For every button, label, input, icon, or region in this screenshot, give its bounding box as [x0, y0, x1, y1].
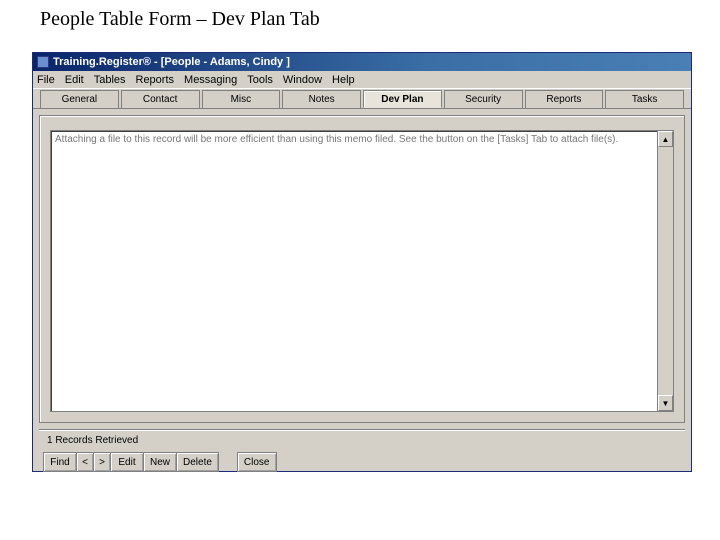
tab-label: Misc — [231, 94, 252, 105]
memo-container: Attaching a file to this record will be … — [50, 130, 674, 412]
tab-reports[interactable]: Reports — [525, 90, 604, 108]
delete-button[interactable]: Delete — [176, 452, 219, 472]
find-button[interactable]: Find — [43, 452, 77, 472]
menu-reports[interactable]: Reports — [136, 74, 175, 86]
app-icon — [37, 56, 49, 68]
menubar[interactable]: File Edit Tables Reports Messaging Tools… — [33, 71, 691, 89]
scroll-up-button[interactable]: ▲ — [658, 131, 673, 147]
tab-label: Tasks — [632, 94, 658, 105]
tab-security[interactable]: Security — [444, 90, 523, 108]
tab-tasks[interactable]: Tasks — [605, 90, 684, 108]
titlebar-text: Training.Register® - [People - Adams, Ci… — [53, 56, 290, 68]
new-button[interactable]: New — [143, 452, 177, 472]
edit-button[interactable]: Edit — [110, 452, 144, 472]
tab-general[interactable]: General — [40, 90, 119, 108]
tab-misc[interactable]: Misc — [202, 90, 281, 108]
menu-help[interactable]: Help — [332, 74, 355, 86]
menu-tools[interactable]: Tools — [247, 74, 273, 86]
chevron-down-icon: ▼ — [662, 399, 670, 408]
tab-label: Reports — [546, 94, 581, 105]
scroll-down-button[interactable]: ▼ — [658, 395, 673, 411]
tabstrip: General Contact Misc Notes Dev Plan Secu… — [33, 89, 691, 109]
next-record-button[interactable]: > — [93, 452, 111, 472]
tab-label: Notes — [309, 94, 335, 105]
menu-tables[interactable]: Tables — [94, 74, 126, 86]
tab-dev-plan[interactable]: Dev Plan — [363, 90, 442, 108]
menu-window[interactable]: Window — [283, 74, 322, 86]
close-button[interactable]: Close — [237, 452, 277, 472]
app-window: Training.Register® - [People - Adams, Ci… — [32, 52, 692, 472]
tab-contact[interactable]: Contact — [121, 90, 200, 108]
status-text: 1 Records Retrieved — [33, 431, 691, 448]
memo-textarea[interactable]: Attaching a file to this record will be … — [50, 130, 658, 412]
tab-label: General — [62, 94, 98, 105]
memo-scrollbar[interactable]: ▲ ▼ — [658, 130, 674, 412]
page-caption: People Table Form – Dev Plan Tab — [0, 0, 720, 37]
titlebar: Training.Register® - [People - Adams, Ci… — [33, 53, 691, 71]
tab-label: Contact — [143, 94, 177, 105]
menu-edit[interactable]: Edit — [65, 74, 84, 86]
tab-label: Security — [465, 94, 501, 105]
tab-panel-dev-plan: Attaching a file to this record will be … — [39, 115, 685, 423]
menu-file[interactable]: File — [37, 74, 55, 86]
tab-label: Dev Plan — [381, 94, 423, 105]
record-button-group: Find < > Edit New Delete — [43, 452, 219, 472]
chevron-up-icon: ▲ — [662, 135, 670, 144]
menu-messaging[interactable]: Messaging — [184, 74, 237, 86]
tab-notes[interactable]: Notes — [282, 90, 361, 108]
button-bar: Find < > Edit New Delete Close — [33, 448, 691, 478]
prev-record-button[interactable]: < — [76, 452, 94, 472]
